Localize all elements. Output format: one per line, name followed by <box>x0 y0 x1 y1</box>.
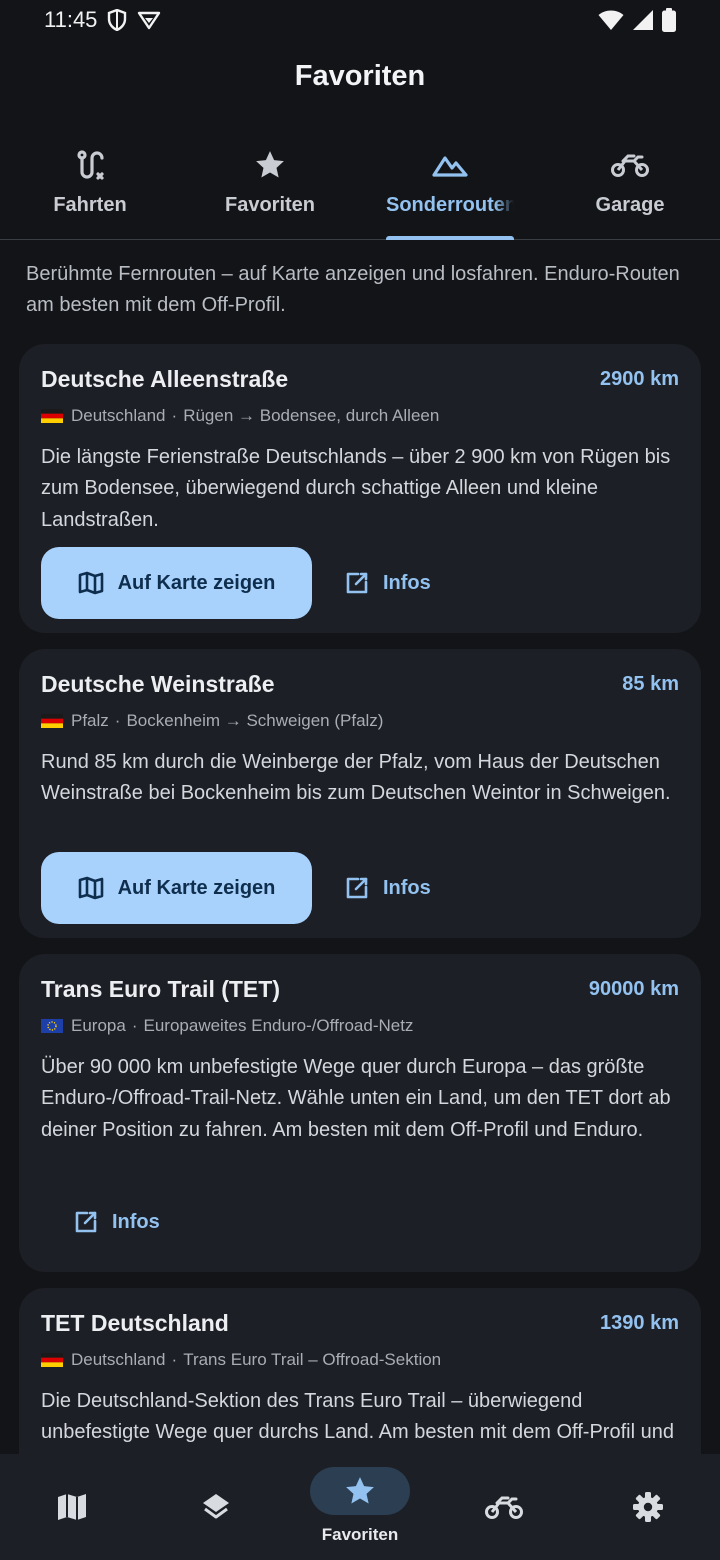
layers-icon <box>166 1490 266 1524</box>
route-region: Europa <box>71 1016 126 1035</box>
route-endpoints: Bockenheim → Schweigen (Pfalz) <box>126 711 384 730</box>
tab-label: Favoriten <box>224 194 316 216</box>
route-title: Deutsche Weinstraße <box>41 671 275 697</box>
info-label: Infos <box>383 571 431 594</box>
status-time: 11:45 <box>44 7 98 32</box>
tab-label: Garage <box>595 194 665 216</box>
nav-layers[interactable] <box>144 1454 288 1560</box>
route-region: Deutschland <box>71 1350 166 1369</box>
intro-text: Berühmte Fernrouten – auf Karte anzeigen… <box>26 263 680 316</box>
route-distance: 90000 km <box>588 978 679 1000</box>
open-external-icon <box>346 572 368 594</box>
info-label: Infos <box>383 876 431 899</box>
info-label: Infos <box>112 1210 160 1233</box>
show-on-map-label: Auf Karte zeigen <box>117 571 276 594</box>
tab-garage[interactable]: Garage <box>540 140 720 240</box>
open-external-icon <box>346 877 368 899</box>
signal-icon <box>632 9 654 31</box>
active-tab-indicator <box>386 236 514 240</box>
route-meta: Europa · Europaweites Enduro-/Offroad-Ne… <box>41 1016 679 1036</box>
nav-garage[interactable] <box>432 1454 576 1560</box>
star-icon <box>310 1467 410 1515</box>
nav-settings[interactable] <box>576 1454 720 1560</box>
bottom-navigation: Favoriten <box>0 1454 720 1560</box>
separator-dot: · <box>131 1016 138 1035</box>
star-icon <box>253 148 287 182</box>
nav-favoriten[interactable]: Favoriten <box>288 1454 432 1560</box>
route-card: Trans Euro Trail (TET) 90000 km Europa ·… <box>19 954 701 1272</box>
route-endpoints: Europaweites Enduro-/Offroad-Netz <box>143 1016 414 1035</box>
nav-map[interactable] <box>0 1454 144 1560</box>
separator-dot: · <box>114 711 121 730</box>
route-card: TET Deutschland 1390 km Deutschland · Tr… <box>19 1288 701 1454</box>
map-icon <box>78 571 103 595</box>
route-card: Deutsche Alleenstraße 2900 km Deutschlan… <box>19 344 701 633</box>
route-description: Die Deutschland-Sektion des Trans Euro T… <box>41 1390 674 1454</box>
route-title: TET Deutschland <box>41 1310 229 1336</box>
shield-icon <box>107 9 127 31</box>
show-on-map-button[interactable]: Auf Karte zeigen <box>41 852 312 924</box>
route-title: Deutsche Alleenstraße <box>41 366 289 392</box>
show-on-map-button[interactable]: Auf Karte zeigen <box>41 547 312 619</box>
germany-flag-icon <box>41 409 63 423</box>
motorcycle-icon <box>610 148 650 182</box>
open-external-icon <box>75 1211 97 1233</box>
route-card: Deutsche Weinstraße 85 km Pfalz · Bocken… <box>19 649 701 938</box>
settings-icon <box>598 1490 698 1524</box>
eu-flag-icon <box>41 1019 63 1033</box>
tab-sonderrouten[interactable]: Sonderrouten <box>360 140 540 240</box>
nav-label: Favoriten <box>321 1525 399 1544</box>
show-on-map-label: Auf Karte zeigen <box>117 876 276 899</box>
page-title: Favoriten <box>294 60 426 92</box>
info-button[interactable]: Infos <box>345 852 431 924</box>
route-description: Über 90 000 km unbefestigte Wege quer du… <box>41 1056 671 1141</box>
wifi-icon <box>598 9 624 31</box>
mountain-icon <box>432 148 468 182</box>
battery-icon <box>662 8 676 32</box>
route-icon <box>73 148 107 182</box>
germany-flag-icon <box>41 714 63 728</box>
tab-label: Fahrten <box>53 194 127 216</box>
motorcycle-icon <box>454 1490 554 1524</box>
route-distance: 1390 km <box>600 1312 679 1334</box>
germany-flag-icon <box>41 1353 63 1367</box>
route-distance: 2900 km <box>600 368 679 390</box>
route-meta: Pfalz · Bockenheim → Schweigen (Pfalz) <box>41 711 679 731</box>
map-icon <box>78 876 103 900</box>
info-button[interactable]: Infos <box>345 547 431 619</box>
vpn-icon <box>137 10 161 30</box>
route-description: Die längste Ferienstraße Deutschlands – … <box>41 446 671 531</box>
route-distance: 85 km <box>622 673 679 695</box>
route-endpoints: Trans Euro Trail – Offroad-Sektion <box>183 1350 442 1369</box>
tab-fahrten[interactable]: Fahrten <box>0 140 180 240</box>
tab-bar: Fahrten Favoriten Sonderrouten Garage <box>0 140 720 240</box>
route-meta: Deutschland · Trans Euro Trail – Offroad… <box>41 1350 679 1370</box>
route-region: Deutschland <box>71 406 166 425</box>
route-region: Pfalz <box>71 711 109 730</box>
separator-dot: · <box>171 406 178 425</box>
route-description: Rund 85 km durch die Weinberge der Pfalz… <box>41 751 671 805</box>
tab-label: Sonderrouten <box>386 194 514 216</box>
separator-dot: · <box>171 1350 178 1369</box>
tab-favoriten[interactable]: Favoriten <box>180 140 360 240</box>
route-meta: Deutschland · Rügen → Bodensee, durch Al… <box>41 406 679 426</box>
status-bar: 11:45 <box>0 0 720 40</box>
info-button[interactable]: Infos <box>74 1186 160 1258</box>
route-title: Trans Euro Trail (TET) <box>41 976 280 1002</box>
route-endpoints: Rügen → Bodensee, durch Alleen <box>183 406 440 425</box>
map-icon <box>22 1490 122 1524</box>
route-list[interactable]: Deutsche Alleenstraße 2900 km Deutschlan… <box>0 344 720 1454</box>
